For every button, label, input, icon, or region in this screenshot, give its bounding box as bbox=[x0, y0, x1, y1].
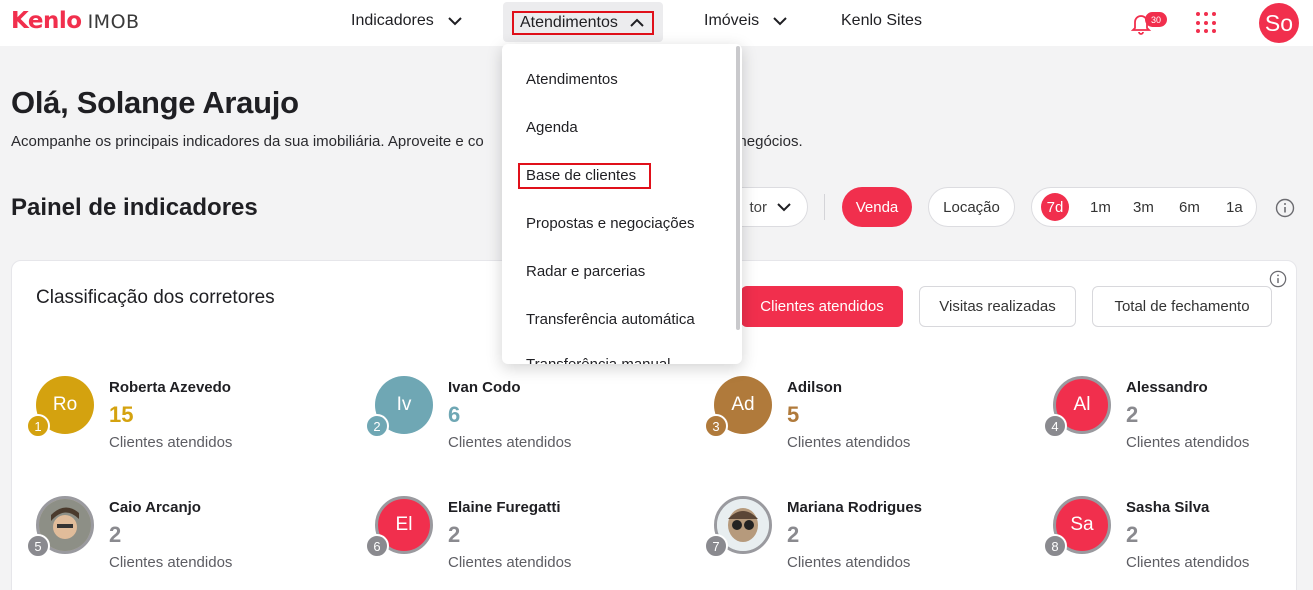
chevron-down-icon bbox=[448, 17, 462, 26]
menu-item-transferencia-automatica[interactable]: Transferência automática bbox=[526, 311, 695, 328]
chevron-up-icon bbox=[630, 18, 644, 27]
tab-total-fechamento[interactable]: Total de fechamento bbox=[1092, 286, 1272, 327]
card-title: Classificação dos corretores bbox=[36, 287, 275, 308]
broker-metric-label: Clientes atendidos bbox=[1126, 434, 1250, 451]
rank-badge: 6 bbox=[365, 534, 389, 558]
broker-count: 2 bbox=[787, 522, 800, 547]
rank-badge: 1 bbox=[26, 414, 50, 438]
broker-card[interactable]: El 6 Elaine Furegatti 2 Clientes atendid… bbox=[365, 496, 675, 576]
venda-toggle[interactable]: Venda bbox=[842, 187, 912, 227]
nav-imoveis-label: Imóveis bbox=[704, 12, 760, 29]
info-icon[interactable] bbox=[1275, 198, 1295, 218]
notifications-badge: 30 bbox=[1145, 12, 1167, 27]
filter-select-label: tor bbox=[749, 198, 767, 216]
rank-badge: 2 bbox=[365, 414, 389, 438]
broker-name: Adilson bbox=[787, 379, 842, 396]
rank-badge: 4 bbox=[1043, 414, 1067, 438]
menu-item-transferencia-manual[interactable]: Transferência manual bbox=[526, 356, 671, 364]
broker-metric-label: Clientes atendidos bbox=[109, 434, 233, 451]
logo-product: IMOB bbox=[87, 11, 140, 33]
logo-brand: Kenlo bbox=[11, 8, 82, 34]
broker-count: 5 bbox=[787, 402, 800, 427]
menu-item-radar-parcerias[interactable]: Radar e parcerias bbox=[526, 263, 645, 280]
broker-card[interactable]: Ro 1 Roberta Azevedo 15 Clientes atendid… bbox=[26, 376, 336, 456]
broker-card[interactable]: Ad 3 Adilson 5 Clientes atendidos bbox=[704, 376, 1014, 456]
broker-name: Elaine Furegatti bbox=[448, 499, 561, 516]
menu-item-atendimentos[interactable]: Atendimentos bbox=[526, 71, 618, 88]
broker-count: 6 bbox=[448, 402, 461, 427]
nav-kenlo-sites[interactable]: Kenlo Sites bbox=[841, 12, 922, 30]
locacao-toggle[interactable]: Locação bbox=[928, 187, 1015, 227]
rank-badge: 8 bbox=[1043, 534, 1067, 558]
period-selector: 7d 1m 3m 6m 1a bbox=[1031, 187, 1257, 227]
broker-card[interactable]: Al 4 Alessandro 2 Clientes atendidos bbox=[1043, 376, 1313, 456]
broker-name: Roberta Azevedo bbox=[109, 379, 231, 396]
greeting-title: Olá, Solange Araujo bbox=[11, 85, 299, 120]
broker-name: Sasha Silva bbox=[1126, 499, 1210, 516]
info-icon[interactable] bbox=[1269, 270, 1287, 288]
tab-visitas-realizadas[interactable]: Visitas realizadas bbox=[919, 286, 1076, 327]
base-de-clientes-highlight bbox=[518, 163, 651, 189]
divider bbox=[824, 194, 825, 220]
period-1a[interactable]: 1a bbox=[1226, 193, 1243, 221]
broker-card[interactable]: Iv 2 Ivan Codo 6 Clientes atendidos bbox=[365, 376, 675, 456]
broker-metric-label: Clientes atendidos bbox=[1126, 554, 1250, 571]
nav-indicadores[interactable]: Indicadores bbox=[351, 12, 464, 30]
broker-count: 2 bbox=[448, 522, 461, 547]
broker-metric-label: Clientes atendidos bbox=[448, 434, 572, 451]
broker-metric-label: Clientes atendidos bbox=[787, 434, 911, 451]
period-3m[interactable]: 3m bbox=[1133, 193, 1154, 221]
atendimentos-dropdown-menu: Atendimentos Agenda Base de clientes Pro… bbox=[502, 44, 742, 364]
broker-name: Alessandro bbox=[1126, 379, 1208, 396]
period-6m[interactable]: 6m bbox=[1179, 193, 1200, 221]
user-avatar[interactable]: So bbox=[1259, 3, 1299, 43]
menu-item-propostas[interactable]: Propostas e negociações bbox=[526, 215, 694, 232]
nav-indicadores-label: Indicadores bbox=[351, 12, 434, 29]
nav-atendimentos-label: Atendimentos bbox=[520, 14, 618, 31]
broker-name: Caio Arcanjo bbox=[109, 499, 201, 516]
chevron-down-icon bbox=[773, 17, 787, 26]
broker-count: 2 bbox=[1126, 522, 1139, 547]
menu-item-agenda[interactable]: Agenda bbox=[526, 119, 578, 136]
broker-card[interactable]: Sa 8 Sasha Silva 2 Clientes atendidos bbox=[1043, 496, 1313, 576]
dropdown-scrollbar[interactable] bbox=[736, 46, 740, 330]
apps-grid-icon[interactable] bbox=[1196, 12, 1218, 34]
broker-metric-label: Clientes atendidos bbox=[109, 554, 233, 571]
broker-name: Ivan Codo bbox=[448, 379, 521, 396]
broker-count: 2 bbox=[1126, 402, 1139, 427]
panel-title: Painel de indicadores bbox=[11, 194, 258, 221]
broker-card[interactable]: 5 Caio Arcanjo 2 Clientes atendidos bbox=[26, 496, 336, 576]
broker-metric-label: Clientes atendidos bbox=[448, 554, 572, 571]
rank-badge: 5 bbox=[26, 534, 50, 558]
rank-badge: 3 bbox=[704, 414, 728, 438]
broker-count: 2 bbox=[109, 522, 122, 547]
period-1m[interactable]: 1m bbox=[1090, 193, 1111, 221]
nav-kenlo-sites-label: Kenlo Sites bbox=[841, 12, 922, 29]
broker-count: 15 bbox=[109, 402, 134, 427]
tab-clientes-atendidos[interactable]: Clientes atendidos bbox=[741, 286, 903, 327]
period-7d[interactable]: 7d bbox=[1041, 193, 1069, 221]
broker-card[interactable]: 7 Mariana Rodrigues 2 Clientes atendidos bbox=[704, 496, 1014, 576]
nav-imoveis[interactable]: Imóveis bbox=[704, 12, 789, 30]
rank-badge: 7 bbox=[704, 534, 728, 558]
kenlo-imob-logo[interactable]: Kenlo IMOB bbox=[11, 8, 140, 34]
nav-atendimentos[interactable]: Atendimentos bbox=[512, 11, 654, 35]
broker-name: Mariana Rodrigues bbox=[787, 499, 923, 516]
chevron-down-icon bbox=[777, 203, 791, 212]
broker-metric-label: Clientes atendidos bbox=[787, 554, 911, 571]
subtitle-start: Acompanhe os principais indicadores da s… bbox=[11, 133, 484, 150]
